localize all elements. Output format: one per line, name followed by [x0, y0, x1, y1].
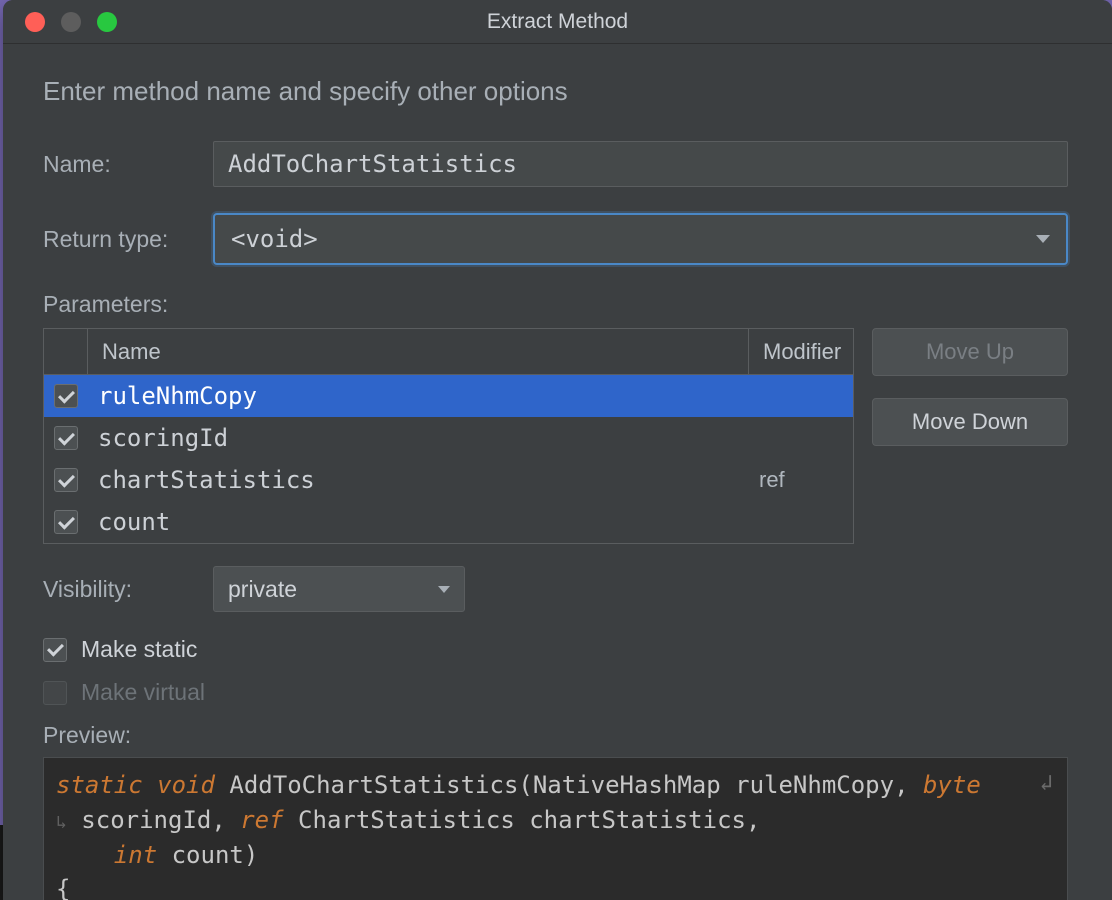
wrap-icon: ↲ [1040, 768, 1053, 800]
visibility-dropdown[interactable]: private [213, 566, 465, 612]
chevron-down-icon [438, 586, 450, 593]
parameter-name: ruleNhmCopy [88, 382, 749, 410]
parameter-checkbox[interactable] [54, 510, 78, 534]
parameter-row[interactable]: chartStatistics ref [44, 459, 853, 501]
parameters-table: Name Modifier ruleNhmCopy scoringId char… [43, 328, 854, 544]
header-name-col: Name [88, 329, 749, 374]
parameter-checkbox[interactable] [54, 426, 78, 450]
titlebar: Extract Method [3, 0, 1112, 44]
parameter-modifier: ref [749, 467, 853, 493]
preview-code: ↲static void AddToChartStatistics(Native… [43, 757, 1068, 900]
make-static-checkbox[interactable] [43, 638, 67, 662]
parameters-label: Parameters: [43, 291, 1068, 318]
parameter-row[interactable]: count [44, 501, 853, 543]
parameters-header: Name Modifier [44, 329, 853, 375]
zoom-icon[interactable] [97, 12, 117, 32]
method-name-value: AddToChartStatistics [228, 150, 517, 178]
return-type-dropdown[interactable]: <void> [213, 213, 1068, 265]
make-static-option[interactable]: Make static [43, 636, 1068, 663]
make-virtual-label: Make virtual [81, 679, 205, 706]
chevron-down-icon [1036, 235, 1050, 243]
make-virtual-checkbox [43, 681, 67, 705]
visibility-label: Visibility: [43, 576, 213, 603]
close-icon[interactable] [25, 12, 45, 32]
parameter-checkbox[interactable] [54, 384, 78, 408]
window-title: Extract Method [3, 10, 1112, 34]
wrap-arrow-icon: ↳ [56, 812, 67, 833]
header-modifier-col: Modifier [749, 329, 853, 374]
extract-method-dialog: Extract Method Enter method name and spe… [3, 0, 1112, 900]
name-label: Name: [43, 151, 213, 178]
parameter-row[interactable]: scoringId [44, 417, 853, 459]
dialog-prompt: Enter method name and specify other opti… [43, 76, 1068, 107]
move-up-button[interactable]: Move Up [872, 328, 1068, 376]
parameter-name: count [88, 508, 749, 536]
method-name-input[interactable]: AddToChartStatistics [213, 141, 1068, 187]
dialog-content: Enter method name and specify other opti… [3, 44, 1112, 900]
minimize-icon[interactable] [61, 12, 81, 32]
return-type-value: <void> [231, 225, 318, 253]
header-check-col [44, 329, 88, 374]
preview-label: Preview: [43, 722, 1068, 749]
parameter-name: scoringId [88, 424, 749, 452]
visibility-value: private [228, 576, 297, 603]
window-controls [3, 12, 117, 32]
move-down-button[interactable]: Move Down [872, 398, 1068, 446]
return-type-label: Return type: [43, 226, 213, 253]
make-virtual-option: Make virtual [43, 679, 1068, 706]
parameter-checkbox[interactable] [54, 468, 78, 492]
make-static-label: Make static [81, 636, 197, 663]
parameter-name: chartStatistics [88, 466, 749, 494]
parameter-row[interactable]: ruleNhmCopy [44, 375, 853, 417]
